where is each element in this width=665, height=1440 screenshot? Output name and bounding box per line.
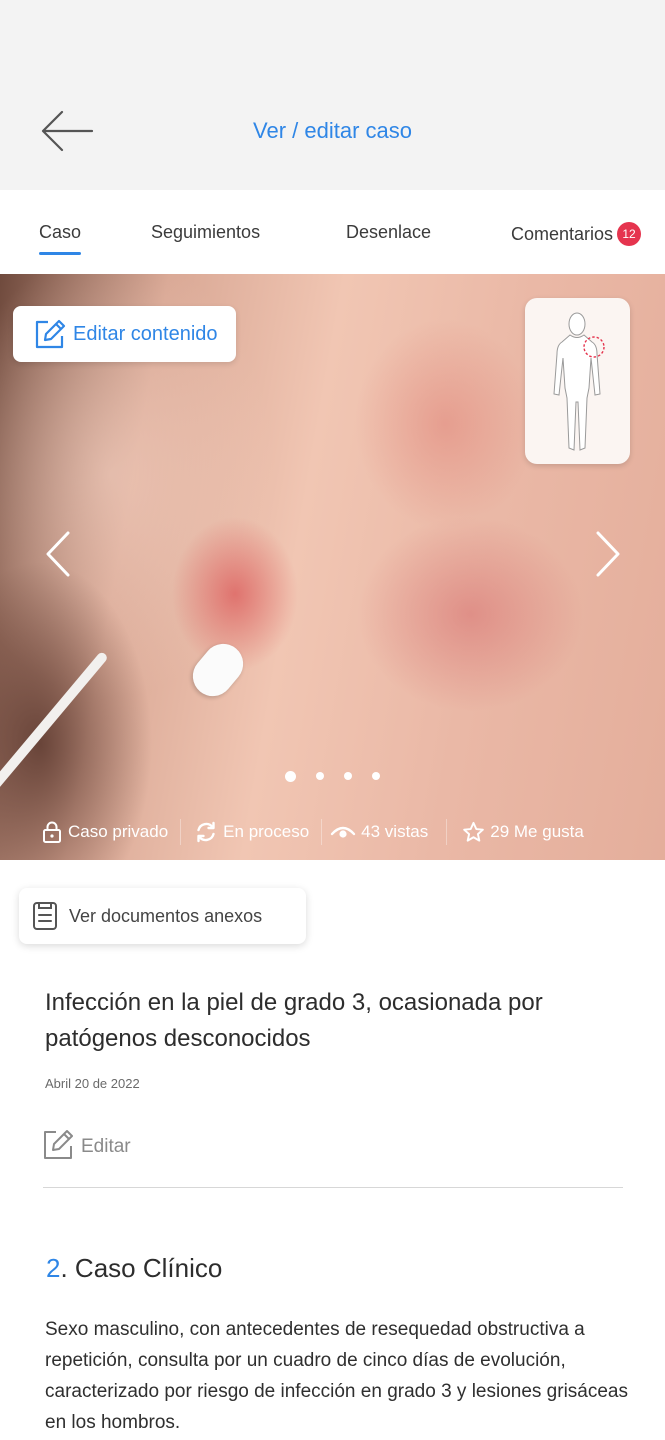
- eye-icon: [330, 826, 356, 838]
- edit-icon: [35, 319, 66, 349]
- tab-caso[interactable]: Caso: [39, 222, 82, 255]
- views-stat: 43 vistas: [330, 822, 428, 842]
- page-title: Ver / editar caso: [253, 118, 412, 143]
- top-bar: Ver / editar caso: [0, 0, 665, 190]
- tab-comentarios[interactable]: Comentarios 12: [511, 222, 642, 246]
- carousel-dot[interactable]: [372, 772, 380, 780]
- privacy-stat: Caso privado: [41, 821, 168, 843]
- section-body: Sexo masculino, con antecedentes de rese…: [45, 1319, 628, 1433]
- carousel-dot-active[interactable]: [285, 771, 296, 782]
- tab-bar: Caso Seguimientos Desenlace Comentarios 1…: [0, 190, 665, 274]
- chevron-left-icon[interactable]: [38, 529, 78, 579]
- body-location-map[interactable]: [525, 298, 630, 464]
- tab-seguimientos[interactable]: Seguimientos: [151, 222, 260, 243]
- status-label: En proceso: [223, 822, 310, 841]
- views-label: 43 vistas: [361, 822, 429, 841]
- stat-divider: [446, 819, 448, 845]
- tab-desenlace[interactable]: Desenlace: [346, 222, 431, 243]
- carousel-dot[interactable]: [344, 772, 352, 780]
- case-photo-swab: [0, 650, 109, 842]
- star-icon: [463, 821, 485, 842]
- refresh-icon: [197, 821, 215, 843]
- stat-divider: [180, 819, 182, 845]
- case-date: Abril 20 de 2022: [45, 1076, 140, 1091]
- stat-divider: [321, 819, 323, 845]
- section-number: 2: [46, 1253, 61, 1283]
- comments-count-badge: 12: [617, 222, 642, 246]
- case-image-carousel[interactable]: Editar contenido Caso privado En proceso…: [0, 274, 665, 860]
- carousel-dot[interactable]: [316, 772, 324, 780]
- case-stats-bar: Caso privado En proceso 43 vistas 29 Me …: [0, 814, 665, 850]
- tab-label: Comentarios: [511, 224, 614, 244]
- edit-content-button[interactable]: Editar contenido: [13, 306, 236, 362]
- tab-label: Caso: [39, 222, 82, 242]
- edit-case-label: Editar: [81, 1136, 131, 1157]
- carousel-indicator: [0, 771, 665, 782]
- edit-content-label: Editar contenido: [73, 322, 218, 345]
- view-attachments-button[interactable]: Ver documentos anexos: [19, 888, 306, 944]
- section-title-text: . Caso Clínico: [60, 1253, 223, 1283]
- privacy-label: Caso privado: [68, 822, 169, 841]
- chevron-right-icon[interactable]: [588, 529, 628, 579]
- edit-icon: [44, 1130, 73, 1159]
- likes-label: 29 Me gusta: [490, 822, 584, 841]
- case-photo-swab-tip: [184, 635, 252, 705]
- section-divider: [43, 1187, 623, 1188]
- likes-stat[interactable]: 29 Me gusta: [462, 821, 584, 843]
- case-title: Infección en la piel de grado 3, ocasion…: [45, 989, 543, 1052]
- tab-label: Desenlace: [346, 222, 432, 242]
- tab-label: Seguimientos: [151, 222, 261, 242]
- section-title: 2. Caso Clínico: [46, 1253, 222, 1284]
- lock-icon: [43, 821, 61, 843]
- status-stat: En proceso: [194, 820, 309, 844]
- edit-case-button[interactable]: Editar: [43, 1126, 131, 1160]
- view-attachments-label: Ver documentos anexos: [69, 905, 263, 926]
- document-icon: [33, 902, 57, 930]
